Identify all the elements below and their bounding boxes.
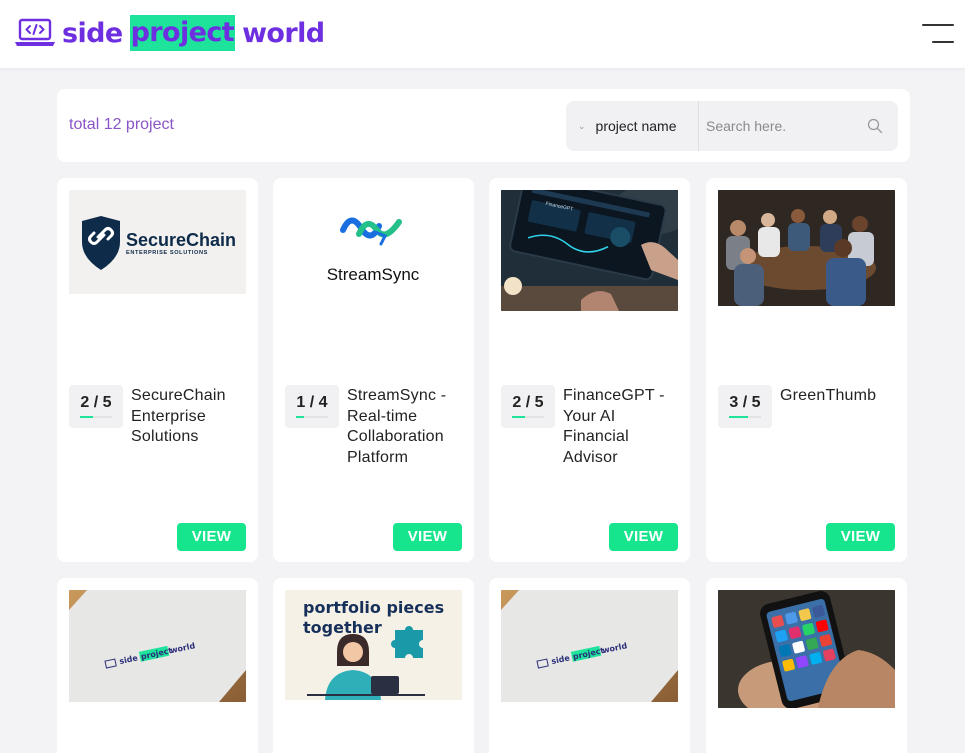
project-thumbnail[interactable]: FinanceGPT [501,190,678,311]
brand-prefix: side [62,17,123,49]
thumb-brand-text: StreamSync [327,265,420,284]
project-grid: SecureChain ENTERPRISE SOLUTIONS 2 / 5 S… [57,178,909,753]
project-card: portfolio pieces together [273,578,474,753]
smartphone-apps-icon[interactable] [718,590,895,708]
score-text: 2 / 5 [512,394,544,411]
view-button[interactable]: VIEW [826,523,895,551]
score-progress [729,416,761,418]
project-name: StreamSync - Real-time Collaboration Pla… [347,387,447,466]
project-card [706,578,907,753]
score-fill [729,416,749,418]
score-text: 1 / 4 [296,394,328,411]
project-thumbnail[interactable]: portfolio pieces together [285,590,462,700]
project-score: 2 / 5 [501,385,555,428]
top-navigation-bar: side project world [0,0,965,68]
chevron-down-icon: ⌄ [578,120,586,131]
score-fill [296,416,304,418]
view-button[interactable]: VIEW [609,523,678,551]
laptop-code-icon [15,18,55,46]
project-card: FinanceGPT 2 / 5 FinanceGPT - Your AI Fi… [489,178,690,562]
hamburger-menu-icon[interactable] [920,22,954,46]
brand-suffix: world [242,17,325,49]
score-progress [512,416,544,418]
brand-logo[interactable]: side project world [14,15,325,51]
divider [698,101,699,151]
project-name: GreenThumb [780,387,877,404]
search-input[interactable] [706,113,856,139]
project-score: 3 / 5 [718,385,772,428]
search-icon[interactable] [867,118,883,134]
project-card: 3 / 5 GreenThumb VIEW [706,178,907,562]
project-thumbnail[interactable]: StreamSync [285,190,462,294]
project-card: SecureChain ENTERPRISE SOLUTIONS 2 / 5 S… [57,178,258,562]
brand-highlight: project [129,15,236,51]
search-filter-label: project name [595,118,677,134]
total-project-count: total 12 project [69,116,174,133]
search-filter-select[interactable]: ⌄ project name [566,101,698,151]
view-button[interactable]: VIEW [177,523,246,551]
score-progress [80,416,112,418]
thumb-headline-2: together [303,618,382,637]
thumb-brand-text: SecureChain [126,230,236,250]
score-text: 3 / 5 [729,394,761,411]
project-name: SecureChain Enterprise Solutions [131,387,226,445]
brand-wordmark: side project world [62,15,325,51]
view-button[interactable]: VIEW [393,523,462,551]
project-score: 2 / 5 [69,385,123,428]
project-score: 1 / 4 [285,385,339,428]
score-text: 2 / 5 [80,394,112,411]
thumb-brand-subtext: ENTERPRISE SOLUTIONS [126,250,208,256]
project-card: StreamSync 1 / 4 StreamSync - Real-time … [273,178,474,562]
thumb-headline-1: portfolio pieces [303,598,444,617]
project-card: side project world [489,578,690,753]
score-fill [512,416,525,418]
project-thumbnail[interactable]: side project world [69,590,246,702]
project-name: FinanceGPT - Your AI Financial Advisor [563,387,665,466]
score-progress [296,416,328,418]
project-thumbnail[interactable]: SecureChain ENTERPRISE SOLUTIONS [69,190,246,294]
search-group: ⌄ project name [566,101,898,151]
score-fill [80,416,93,418]
project-card: side project world [57,578,258,753]
menu-line [922,24,954,26]
menu-line [932,41,954,43]
project-thumbnail[interactable]: side project world [501,590,678,702]
project-toolbar: total 12 project ⌄ project name [57,89,910,162]
project-thumbnail[interactable] [718,190,895,306]
